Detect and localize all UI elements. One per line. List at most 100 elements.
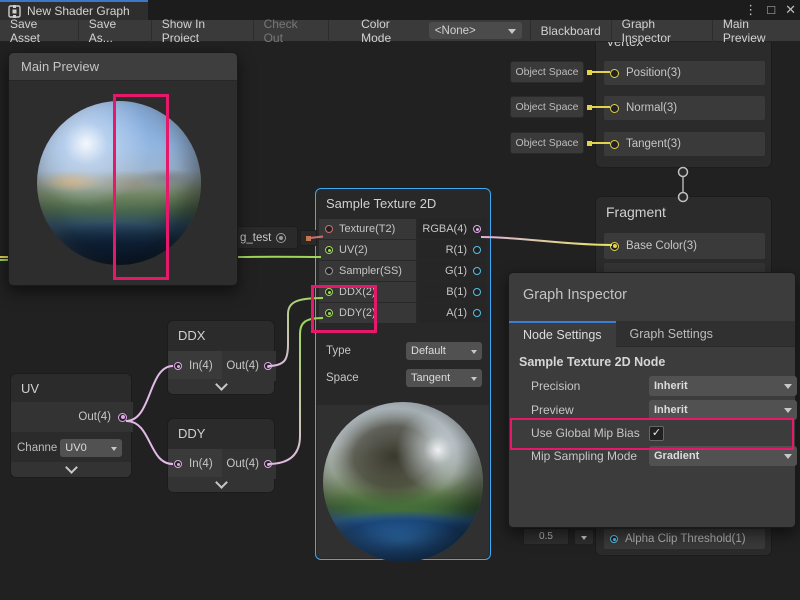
r-output-row: R(1): [418, 240, 487, 260]
shader-graph-window: New Shader Graph ⋮ □ ✕ Save Asset Save A…: [0, 0, 800, 600]
sampler-input-port[interactable]: [325, 267, 333, 275]
type-row: Type Default: [326, 341, 482, 361]
alpha-clip-value-arrow[interactable]: [575, 530, 593, 544]
alpha-clip-port[interactable]: [610, 535, 618, 543]
object-space-dot-icon: [587, 70, 592, 75]
uv-out-row: Out(4): [11, 402, 133, 432]
g-output-port[interactable]: [473, 267, 481, 275]
main-preview-toggle[interactable]: Main Preview: [713, 20, 800, 42]
main-preview-sphere: [37, 101, 201, 265]
tangent-label: Tangent(3): [626, 138, 681, 150]
dropdown-arrow-icon: [471, 377, 477, 384]
ddy-collapse-button[interactable]: [168, 477, 274, 492]
preview-row: Preview Inherit: [509, 399, 795, 421]
preview-dropdown[interactable]: Inherit: [649, 400, 797, 420]
uv-out-port[interactable]: [118, 413, 127, 422]
vertex-tangent-row: Tangent(3): [604, 132, 765, 156]
alpha-clip-value-chip[interactable]: 0.5: [523, 528, 569, 545]
inspector-tabs: Node Settings Graph Settings: [509, 321, 795, 347]
ddy-out-row: Out(4): [222, 449, 276, 479]
normal-port[interactable]: [610, 104, 619, 113]
color-mode-value: <None>: [435, 25, 476, 37]
ddy-node[interactable]: DDY In(4) Out(4): [167, 418, 275, 493]
r-output-port[interactable]: [473, 246, 481, 254]
dropdown-arrow-icon: [784, 454, 792, 463]
uv-channel-row: Channe UV0: [11, 436, 133, 460]
dropdown-arrow-icon: [508, 29, 516, 38]
uv-input-row: UV(2): [319, 240, 416, 260]
main-preview-panel: Main Preview: [8, 52, 238, 286]
ddx-node-title: DDX: [168, 321, 274, 349]
object-space-dot-icon: [587, 105, 592, 110]
ddx-out-port[interactable]: [264, 362, 272, 370]
object-space-chip-normal[interactable]: Object Space: [510, 96, 584, 118]
ddy-node-title: DDY: [168, 419, 274, 447]
dropdown-arrow-icon: [784, 408, 792, 417]
global-mip-bias-checkbox[interactable]: ✓: [649, 426, 664, 441]
graph-inspector-panel: Graph Inspector Node Settings Graph Sett…: [508, 272, 796, 528]
sample-node-preview: [317, 405, 489, 558]
save-as-button[interactable]: Save As...: [79, 20, 152, 42]
precision-dropdown[interactable]: Inherit: [649, 376, 797, 396]
graph-inspector-toggle[interactable]: Graph Inspector: [612, 20, 713, 42]
ddy-in-port[interactable]: [174, 460, 182, 468]
tangent-port[interactable]: [610, 140, 619, 149]
fragment-node-title: Fragment: [596, 197, 771, 226]
vertex-normal-row: Normal(3): [604, 96, 765, 120]
uv-collapse-button[interactable]: [11, 462, 131, 477]
type-dropdown[interactable]: Default: [406, 342, 482, 360]
b-output-port[interactable]: [473, 288, 481, 296]
color-mode-label: Color Mode: [329, 17, 429, 45]
save-asset-button[interactable]: Save Asset: [0, 20, 79, 42]
show-in-project-button[interactable]: Show In Project: [152, 20, 254, 42]
dropdown-arrow-icon: [471, 350, 477, 357]
uv-out-label: Out(4): [78, 411, 111, 423]
vertex-node[interactable]: Vertex Position(3) Normal(3) Tangent(3): [595, 42, 772, 168]
blackboard-toggle[interactable]: Blackboard: [530, 20, 612, 42]
texture-property-port-chip[interactable]: [300, 230, 317, 246]
ddx-input-port[interactable]: [325, 288, 333, 296]
ddx-out-row: Out(4): [222, 351, 276, 381]
color-mode-dropdown[interactable]: <None>: [429, 22, 522, 39]
uv-input-port[interactable]: [325, 246, 333, 254]
main-preview-header[interactable]: Main Preview: [9, 53, 237, 81]
ddx-node[interactable]: DDX In(4) Out(4): [167, 320, 275, 395]
ddx-collapse-button[interactable]: [168, 379, 274, 394]
ddx-in-port[interactable]: [174, 362, 182, 370]
texture-preview-sphere: [323, 402, 483, 562]
collapse-chevron-icon: [215, 476, 228, 489]
uv-node[interactable]: UV Out(4) Channe UV0: [10, 373, 132, 478]
channel-dropdown[interactable]: UV0: [60, 439, 122, 457]
ddy-out-port[interactable]: [264, 460, 272, 468]
uv-node-title: UV: [11, 374, 131, 402]
global-mip-bias-row: Use Global Mip Bias ✓: [509, 422, 795, 444]
check-out-button[interactable]: Check Out: [254, 20, 330, 42]
texture-input-port[interactable]: [325, 225, 333, 233]
graph-canvas[interactable]: Vertex Position(3) Normal(3) Tangent(3) …: [0, 42, 800, 600]
normal-label: Normal(3): [626, 102, 677, 114]
sample-texture-2d-node[interactable]: Sample Texture 2D Texture(T2) UV(2) Samp…: [315, 188, 491, 560]
channel-label: Channe: [17, 442, 57, 454]
space-dropdown[interactable]: Tangent: [406, 369, 482, 387]
space-label: Space: [326, 372, 359, 384]
collapse-chevron-icon: [65, 461, 78, 474]
sample-node-ports: Texture(T2) UV(2) Sampler(SS) DDX(2) DDY…: [317, 219, 489, 329]
a-output-row: A(1): [418, 303, 487, 323]
object-space-chip-tangent[interactable]: Object Space: [510, 132, 584, 154]
object-space-dot-icon: [587, 141, 592, 146]
object-space-chip-position[interactable]: Object Space: [510, 61, 584, 83]
tab-graph-settings[interactable]: Graph Settings: [616, 321, 727, 347]
sampler-input-row: Sampler(SS): [319, 261, 416, 281]
mip-sampling-mode-dropdown[interactable]: Gradient: [649, 446, 797, 466]
a-output-port[interactable]: [473, 309, 481, 317]
base-color-port[interactable]: [610, 242, 619, 251]
tab-node-settings[interactable]: Node Settings: [509, 321, 616, 347]
vertex-node-title: Vertex: [596, 42, 771, 55]
alpha-clip-label: Alpha Clip Threshold(1): [625, 533, 746, 545]
type-label: Type: [326, 345, 351, 357]
ddy-input-port[interactable]: [325, 309, 333, 317]
rgba-output-port[interactable]: [473, 225, 481, 233]
property-chip-label: g_test: [240, 232, 271, 244]
position-port[interactable]: [610, 69, 619, 78]
texture-property-chip[interactable]: g_test: [234, 226, 298, 249]
